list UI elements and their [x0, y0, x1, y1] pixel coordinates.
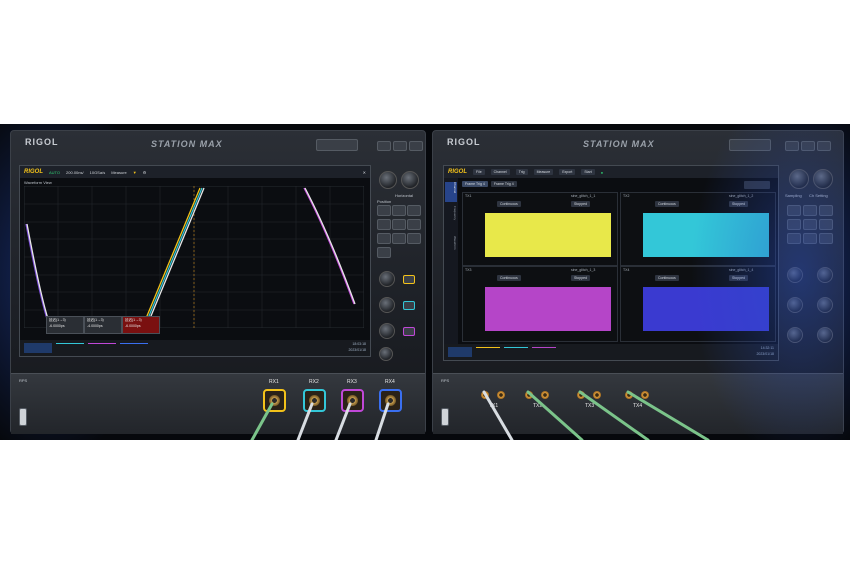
tile-tx2-action[interactable]: Stopped [729, 201, 749, 207]
right-power-button[interactable] [801, 141, 815, 151]
right-knob-2[interactable] [813, 169, 833, 189]
cables [250, 390, 710, 440]
right-label-ch-setting: Ch Setting [809, 193, 828, 198]
product-photo-scene: RIGOL STATION MAX RIGOL AUTO 200.00ns/ 1… [0, 124, 850, 440]
right-clock: 14:32:11 [760, 346, 774, 350]
right-btn-4[interactable] [787, 219, 801, 230]
right-output-knob-3[interactable] [787, 297, 803, 313]
right-output-knob-1[interactable] [787, 267, 803, 283]
right-btn-6[interactable] [819, 219, 833, 230]
right-output-knob-5[interactable] [787, 327, 803, 343]
right-btn-8[interactable] [803, 233, 817, 244]
right-btn-1[interactable] [787, 205, 801, 216]
tile-tx4-name: sine_glitch_1_4 [729, 268, 754, 272]
right-btn-3[interactable] [819, 205, 833, 216]
right-btn-2[interactable] [803, 205, 817, 216]
right-output-knob-6[interactable] [817, 327, 833, 343]
right-btn-9[interactable] [819, 233, 833, 244]
right-control-panel: Sampling Ch Setting [783, 137, 839, 367]
right-output-knob-2[interactable] [817, 267, 833, 283]
right-btn-7[interactable] [787, 233, 801, 244]
right-edit-button[interactable] [744, 181, 770, 189]
right-date: 2023/01/18 [756, 352, 774, 356]
right-usb-button[interactable] [785, 141, 799, 151]
right-knob-1[interactable] [789, 169, 809, 189]
tile-tx2-name: sine_glitch_1_2 [729, 194, 754, 198]
right-label-sampling: Sampling [785, 193, 802, 198]
tile-tx4-action[interactable]: Stopped [729, 275, 749, 281]
right-menu-button[interactable] [817, 141, 831, 151]
right-top-label-badge [729, 139, 771, 151]
right-btn-5[interactable] [803, 219, 817, 230]
right-output-knob-4[interactable] [817, 297, 833, 313]
